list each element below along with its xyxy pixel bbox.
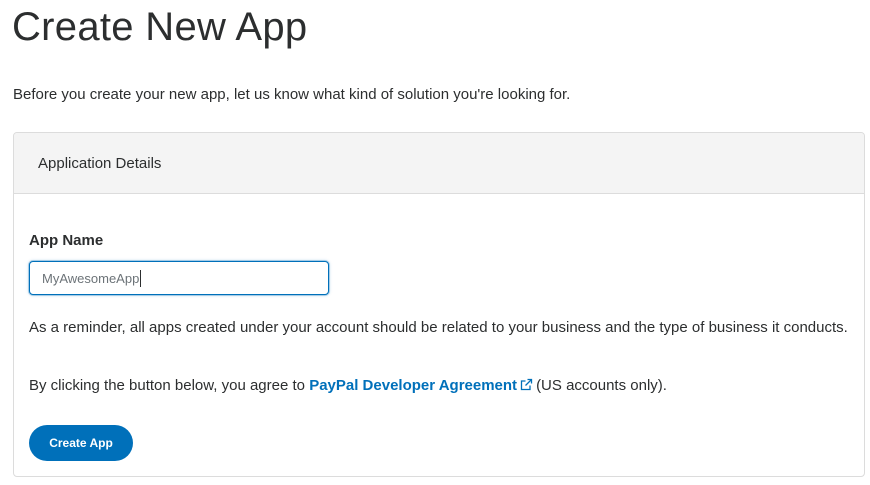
application-details-card: Application Details App Name MyAwesomeAp… <box>13 132 865 477</box>
text-caret <box>140 269 142 287</box>
agreement-text: By clicking the button below, you agree … <box>29 371 667 401</box>
app-name-value: MyAwesomeApp <box>42 270 140 286</box>
create-app-button[interactable]: Create App <box>29 425 133 461</box>
agreement-suffix: (US accounts only). <box>536 377 667 394</box>
intro-text: Before you create your new app, let us k… <box>13 86 571 103</box>
card-header-title: Application Details <box>38 154 162 172</box>
external-link-icon <box>520 372 533 401</box>
reminder-text: As a reminder, all apps created under yo… <box>29 319 848 336</box>
create-app-page: Create New App Before you create your ne… <box>0 0 870 485</box>
developer-agreement-link[interactable]: PayPal Developer Agreement <box>309 377 536 394</box>
agreement-link-label: PayPal Developer Agreement <box>309 377 518 394</box>
card-header: Application Details <box>14 133 864 194</box>
app-name-input[interactable]: MyAwesomeApp <box>29 261 329 295</box>
agreement-prefix: By clicking the button below, you agree … <box>29 377 310 394</box>
app-name-label: App Name <box>29 232 104 249</box>
page-title: Create New App <box>12 5 308 49</box>
